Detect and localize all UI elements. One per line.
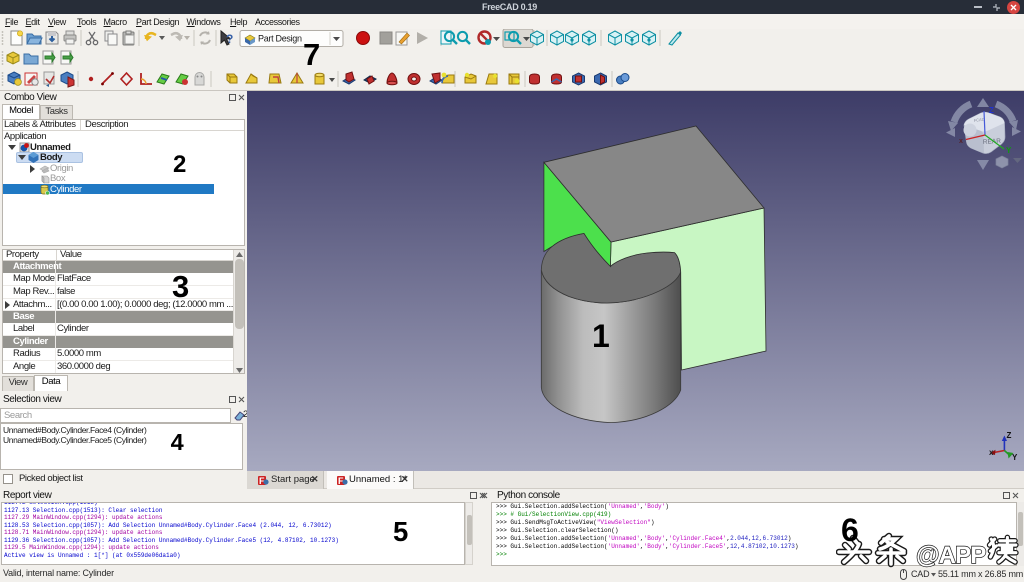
svg-text:?: ? (226, 32, 233, 46)
svg-text:Z: Z (989, 106, 994, 115)
svg-text:Y: Y (1012, 453, 1018, 462)
svg-text:x: x (959, 138, 963, 145)
svg-text:@APP: @APP (916, 542, 986, 569)
svg-text:x: x (989, 448, 994, 457)
svg-text:Y: Y (1006, 146, 1012, 155)
svg-text:Part Design: Part Design (258, 34, 302, 44)
svg-text:Z: Z (1007, 431, 1012, 440)
